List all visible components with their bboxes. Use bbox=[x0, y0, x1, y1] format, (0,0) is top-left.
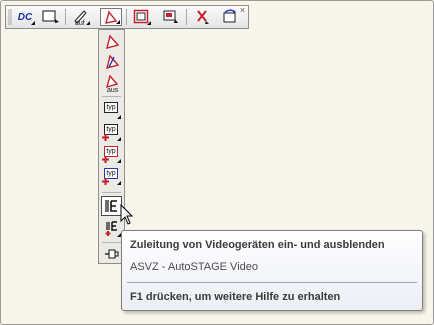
typ-blue-button[interactable]: typ bbox=[101, 166, 122, 186]
dropdown-corner-icon bbox=[116, 20, 120, 24]
dc-button[interactable]: DC bbox=[14, 8, 36, 26]
video-feed-button[interactable] bbox=[101, 196, 122, 216]
grip-icon[interactable] bbox=[8, 9, 12, 25]
toolbar-separator bbox=[126, 9, 127, 25]
toolbar-separator bbox=[65, 9, 66, 25]
typ-red-button[interactable]: typ bbox=[101, 122, 122, 142]
typ-icon: typ bbox=[104, 102, 118, 113]
dropdown-corner-icon bbox=[86, 21, 90, 25]
dropdown-separator bbox=[102, 192, 121, 193]
dropdown-corner-icon bbox=[147, 21, 151, 25]
dropdown-corner-icon bbox=[31, 21, 35, 25]
pin-icon bbox=[104, 249, 118, 259]
dropdown-corner-icon bbox=[117, 181, 121, 185]
pen-aus-button[interactable]: aus bbox=[101, 72, 122, 94]
red-plus-icon bbox=[102, 134, 109, 141]
mouse-cursor-icon bbox=[120, 204, 134, 225]
dropdown-corner-icon bbox=[117, 115, 121, 119]
pen-red-button[interactable] bbox=[101, 32, 122, 52]
typ-button[interactable]: typ bbox=[101, 100, 122, 120]
video-red-icon bbox=[163, 10, 178, 23]
rotate-screen-icon bbox=[223, 9, 236, 23]
video-feed-icon bbox=[104, 200, 117, 212]
pen-dropdown-panel: aus typ typ typ typ bbox=[98, 29, 125, 264]
aus-label: aus bbox=[107, 87, 119, 94]
pin-button[interactable] bbox=[101, 244, 122, 264]
dropdown-corner-icon bbox=[117, 159, 121, 163]
red-plus-icon bbox=[102, 178, 109, 185]
pen-dropdown-button[interactable] bbox=[100, 8, 122, 26]
close-red-icon bbox=[197, 10, 209, 24]
dropdown-separator bbox=[102, 96, 121, 97]
tooltip-description: ASVZ - AutoSTAGE Video bbox=[130, 261, 258, 273]
dropdown-separator bbox=[102, 242, 121, 243]
pen-blue-icon bbox=[105, 54, 119, 69]
tooltip-separator bbox=[127, 282, 417, 283]
frame-button[interactable] bbox=[130, 8, 152, 26]
close-toolbar-icon[interactable]: × bbox=[238, 6, 247, 15]
pen-red-icon bbox=[105, 34, 119, 49]
typ-red2-button[interactable]: typ bbox=[101, 144, 122, 164]
auf-label: auf bbox=[75, 20, 85, 27]
tooltip: Zuleitung von Videogeräten ein- und ausb… bbox=[121, 230, 423, 311]
tooltip-help: F1 drücken, um weitere Hilfe zu erhalten bbox=[130, 291, 341, 303]
pen-blue-button[interactable] bbox=[101, 52, 122, 72]
dropdown-corner-icon bbox=[117, 137, 121, 141]
video-red-button[interactable] bbox=[160, 8, 182, 26]
auf-button[interactable]: auf bbox=[69, 8, 91, 27]
toolbar-separator bbox=[186, 9, 187, 25]
rectangle-play-icon bbox=[42, 10, 59, 23]
close-red-button[interactable] bbox=[191, 8, 213, 26]
video-feed-add-button[interactable] bbox=[101, 218, 122, 238]
rectangle-play-button[interactable] bbox=[40, 8, 62, 26]
red-plus-icon bbox=[102, 156, 109, 163]
main-toolbar: DC auf × bbox=[5, 5, 249, 29]
tooltip-title: Zuleitung von Videogeräten ein- und ausb… bbox=[130, 239, 385, 251]
